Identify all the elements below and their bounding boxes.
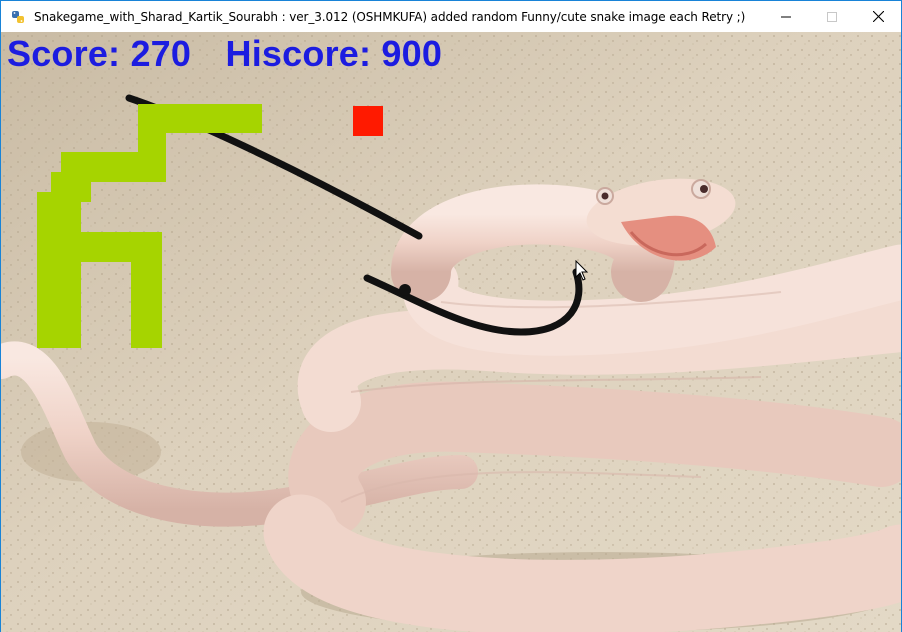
minimize-icon [781,16,791,17]
window-title: Snakegame_with_Sharad_Kartik_Sourabh : v… [34,9,746,24]
score-display: Score: 270 Hiscore: 900 [7,33,442,75]
hiscore-value: 900 [381,33,443,74]
close-button[interactable] [855,1,901,32]
score-value: 270 [130,33,192,74]
maximize-icon [827,11,837,22]
mouse-cursor-icon [575,260,589,281]
minimize-button[interactable] [763,1,809,32]
score-label: Score: [7,33,121,74]
game-window: Snakegame_with_Sharad_Kartik_Sourabh : v… [0,0,902,632]
food-pellet [353,106,383,136]
python-icon [12,10,24,23]
hiscore-label: Hiscore: [225,33,372,74]
albino-snake-photo [1,32,901,632]
close-icon [872,11,884,22]
game-canvas[interactable]: Score: 270 Hiscore: 900 [1,32,901,632]
title-bar[interactable]: Snakegame_with_Sharad_Kartik_Sourabh : v… [1,1,901,32]
maximize-button[interactable] [809,1,855,32]
